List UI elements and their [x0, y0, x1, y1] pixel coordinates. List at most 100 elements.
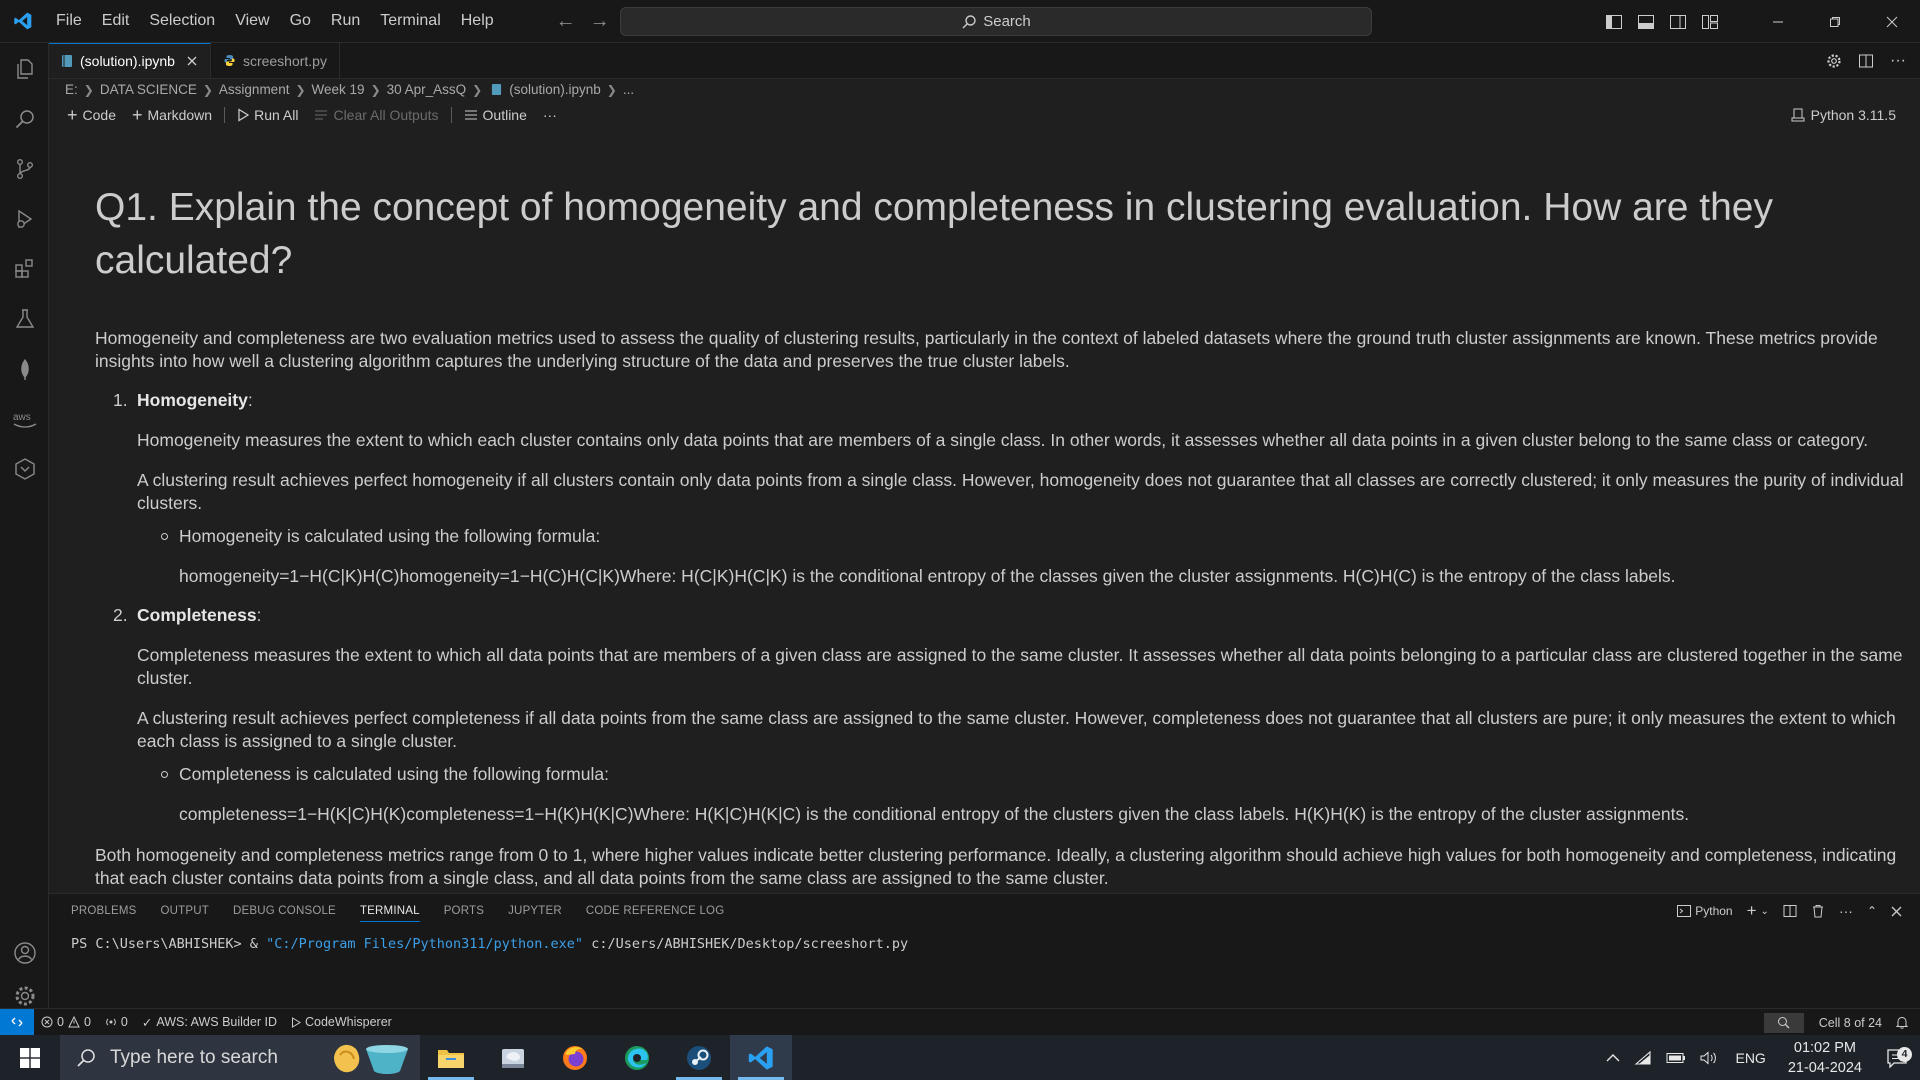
terminal-output[interactable]: PS C:\Users\ABHISHEK> & "C:/Program File… — [71, 936, 1920, 952]
chevron-down-icon[interactable]: ⌄ — [1761, 906, 1769, 917]
aws-status[interactable]: ✓ AWS: AWS Builder ID — [135, 1015, 284, 1030]
tab-output[interactable]: OUTPUT — [161, 905, 209, 917]
restore-button[interactable] — [1806, 0, 1863, 43]
extensions-icon[interactable] — [0, 247, 49, 291]
run-debug-icon[interactable] — [0, 197, 49, 241]
add-markdown-cell-button[interactable]: + Markdown — [124, 105, 220, 126]
battery-icon[interactable] — [1659, 1052, 1693, 1064]
breadcrumb-folder[interactable]: Week 19 — [312, 82, 365, 97]
taskbar-firefox[interactable] — [544, 1035, 606, 1080]
editor-tab-actions: ··· — [1826, 43, 1906, 79]
close-window-button[interactable] — [1863, 0, 1920, 43]
aws-icon[interactable]: aws — [0, 397, 49, 441]
database-hexagon-icon[interactable] — [0, 447, 49, 491]
notification-center-icon[interactable]: 4 — [1874, 1046, 1920, 1068]
breadcrumb-folder[interactable]: Assignment — [219, 82, 290, 97]
tab-code-reference-log[interactable]: CODE REFERENCE LOG — [586, 905, 724, 917]
tab-jupyter[interactable]: JUPYTER — [508, 905, 562, 917]
menu-file[interactable]: File — [46, 6, 92, 36]
menu-run[interactable]: Run — [321, 6, 370, 36]
menu-view[interactable]: View — [225, 6, 279, 36]
mongodb-leaf-icon[interactable] — [0, 347, 49, 391]
taskbar-paint-app[interactable] — [482, 1035, 544, 1080]
menu-terminal[interactable]: Terminal — [370, 6, 450, 36]
tab-screeshort-py[interactable]: screeshort.py — [211, 43, 340, 78]
toggle-primary-sidebar-icon[interactable] — [1605, 13, 1623, 31]
tab-terminal[interactable]: TERMINAL — [359, 905, 420, 922]
kernel-picker[interactable]: Python 3.11.5 — [1791, 100, 1896, 130]
breadcrumb-symbols[interactable]: ... — [623, 82, 634, 97]
new-terminal-plus-icon[interactable]: + — [1747, 901, 1757, 921]
search-sidebar-icon[interactable] — [0, 97, 49, 141]
maximize-panel-icon[interactable]: ⌃ — [1867, 904, 1877, 918]
taskbar-edge[interactable] — [606, 1035, 668, 1080]
split-terminal-icon[interactable] — [1783, 904, 1797, 918]
terminal-shell-selector[interactable]: Python — [1677, 904, 1733, 918]
customize-layout-icon[interactable] — [1701, 13, 1719, 31]
list-item: 1. Homogeneity: — [113, 390, 253, 410]
forward-arrow-icon[interactable]: → — [590, 10, 610, 33]
ports-status[interactable]: 0 — [98, 1015, 135, 1029]
clear-all-outputs-button[interactable]: Clear All Outputs — [306, 107, 446, 123]
settings-gear-icon[interactable] — [1826, 53, 1842, 69]
manage-gear-icon[interactable] — [0, 981, 49, 1011]
menu-selection[interactable]: Selection — [139, 6, 225, 36]
outline-list-icon — [464, 110, 477, 120]
taskbar-steam[interactable] — [668, 1035, 730, 1080]
cell-position[interactable]: Cell 8 of 24 — [1812, 1016, 1889, 1030]
explorer-icon[interactable] — [0, 47, 49, 91]
split-editor-icon[interactable] — [1858, 53, 1874, 69]
codewhisperer-status[interactable]: CodeWhisperer — [284, 1015, 399, 1029]
notifications-bell-icon[interactable] — [1889, 1016, 1920, 1029]
problems-status[interactable]: 0 0 — [34, 1015, 98, 1029]
breadcrumb-file[interactable]: (solution).ipynb — [509, 82, 601, 97]
menu-help[interactable]: Help — [451, 6, 504, 36]
menu-go[interactable]: Go — [280, 6, 321, 36]
taskbar-search-box[interactable]: Type here to search — [60, 1035, 420, 1080]
tab-debug-console[interactable]: DEBUG CONSOLE — [233, 905, 336, 917]
notebook-file-icon — [62, 55, 72, 67]
panel-more-icon[interactable]: ··· — [1839, 903, 1853, 919]
tab-problems[interactable]: PROBLEMS — [71, 905, 137, 917]
source-control-icon[interactable] — [0, 147, 49, 191]
command-center-search[interactable]: Search — [620, 7, 1372, 36]
zoom-search-icon[interactable] — [1763, 1012, 1804, 1033]
toggle-secondary-sidebar-icon[interactable] — [1669, 13, 1687, 31]
taskbar-vscode[interactable] — [730, 1035, 792, 1080]
minimize-button[interactable] — [1749, 0, 1806, 43]
run-all-button[interactable]: Run All — [229, 107, 306, 123]
windows-start-icon[interactable] — [0, 1035, 60, 1080]
title-right-controls — [1605, 0, 1920, 43]
more-actions-icon[interactable]: ··· — [1890, 52, 1906, 70]
breadcrumb-folder[interactable]: 30 Apr_AssQ — [387, 82, 467, 97]
outline-button[interactable]: Outline — [456, 107, 535, 123]
broadcast-icon — [106, 1018, 116, 1026]
toggle-panel-icon[interactable] — [1637, 13, 1655, 31]
clock[interactable]: 01:02 PM 21-04-2024 — [1776, 1038, 1874, 1078]
question-heading: Q1. Explain the concept of homogeneity a… — [95, 186, 1773, 282]
testing-flask-icon[interactable] — [0, 297, 49, 341]
volume-icon[interactable] — [1693, 1050, 1725, 1065]
tab-solution-ipynb[interactable]: (solution).ipynb — [49, 43, 211, 78]
wifi-icon[interactable] — [1627, 1050, 1659, 1066]
vscode-window: File Edit Selection View Go Run Terminal… — [0, 0, 1920, 1080]
toolbar-divider — [224, 107, 226, 123]
add-code-cell-button[interactable]: + Code — [59, 105, 124, 126]
chevron-right-icon: ❯ — [83, 82, 94, 97]
input-language[interactable]: ENG — [1725, 1050, 1775, 1066]
toolbar-more-icon[interactable]: ··· — [535, 107, 565, 123]
vscode-logo-icon — [0, 0, 46, 43]
breadcrumb-folder[interactable]: DATA SCIENCE — [100, 82, 197, 97]
taskbar-file-explorer[interactable] — [420, 1035, 482, 1080]
accounts-icon[interactable] — [0, 931, 49, 975]
close-panel-icon[interactable] — [1891, 906, 1902, 917]
markdown-cell[interactable]: Q1. Explain the concept of homogeneity a… — [95, 163, 1905, 890]
remote-indicator-icon[interactable] — [0, 1008, 34, 1036]
trash-icon[interactable] — [1811, 904, 1825, 918]
back-arrow-icon[interactable]: ← — [556, 10, 576, 33]
breadcrumb-drive[interactable]: E: — [65, 82, 78, 97]
tab-ports[interactable]: PORTS — [444, 905, 484, 917]
menu-edit[interactable]: Edit — [92, 6, 140, 36]
close-tab-icon[interactable] — [186, 55, 198, 67]
show-hidden-icons-chevron-icon[interactable] — [1599, 1053, 1627, 1063]
